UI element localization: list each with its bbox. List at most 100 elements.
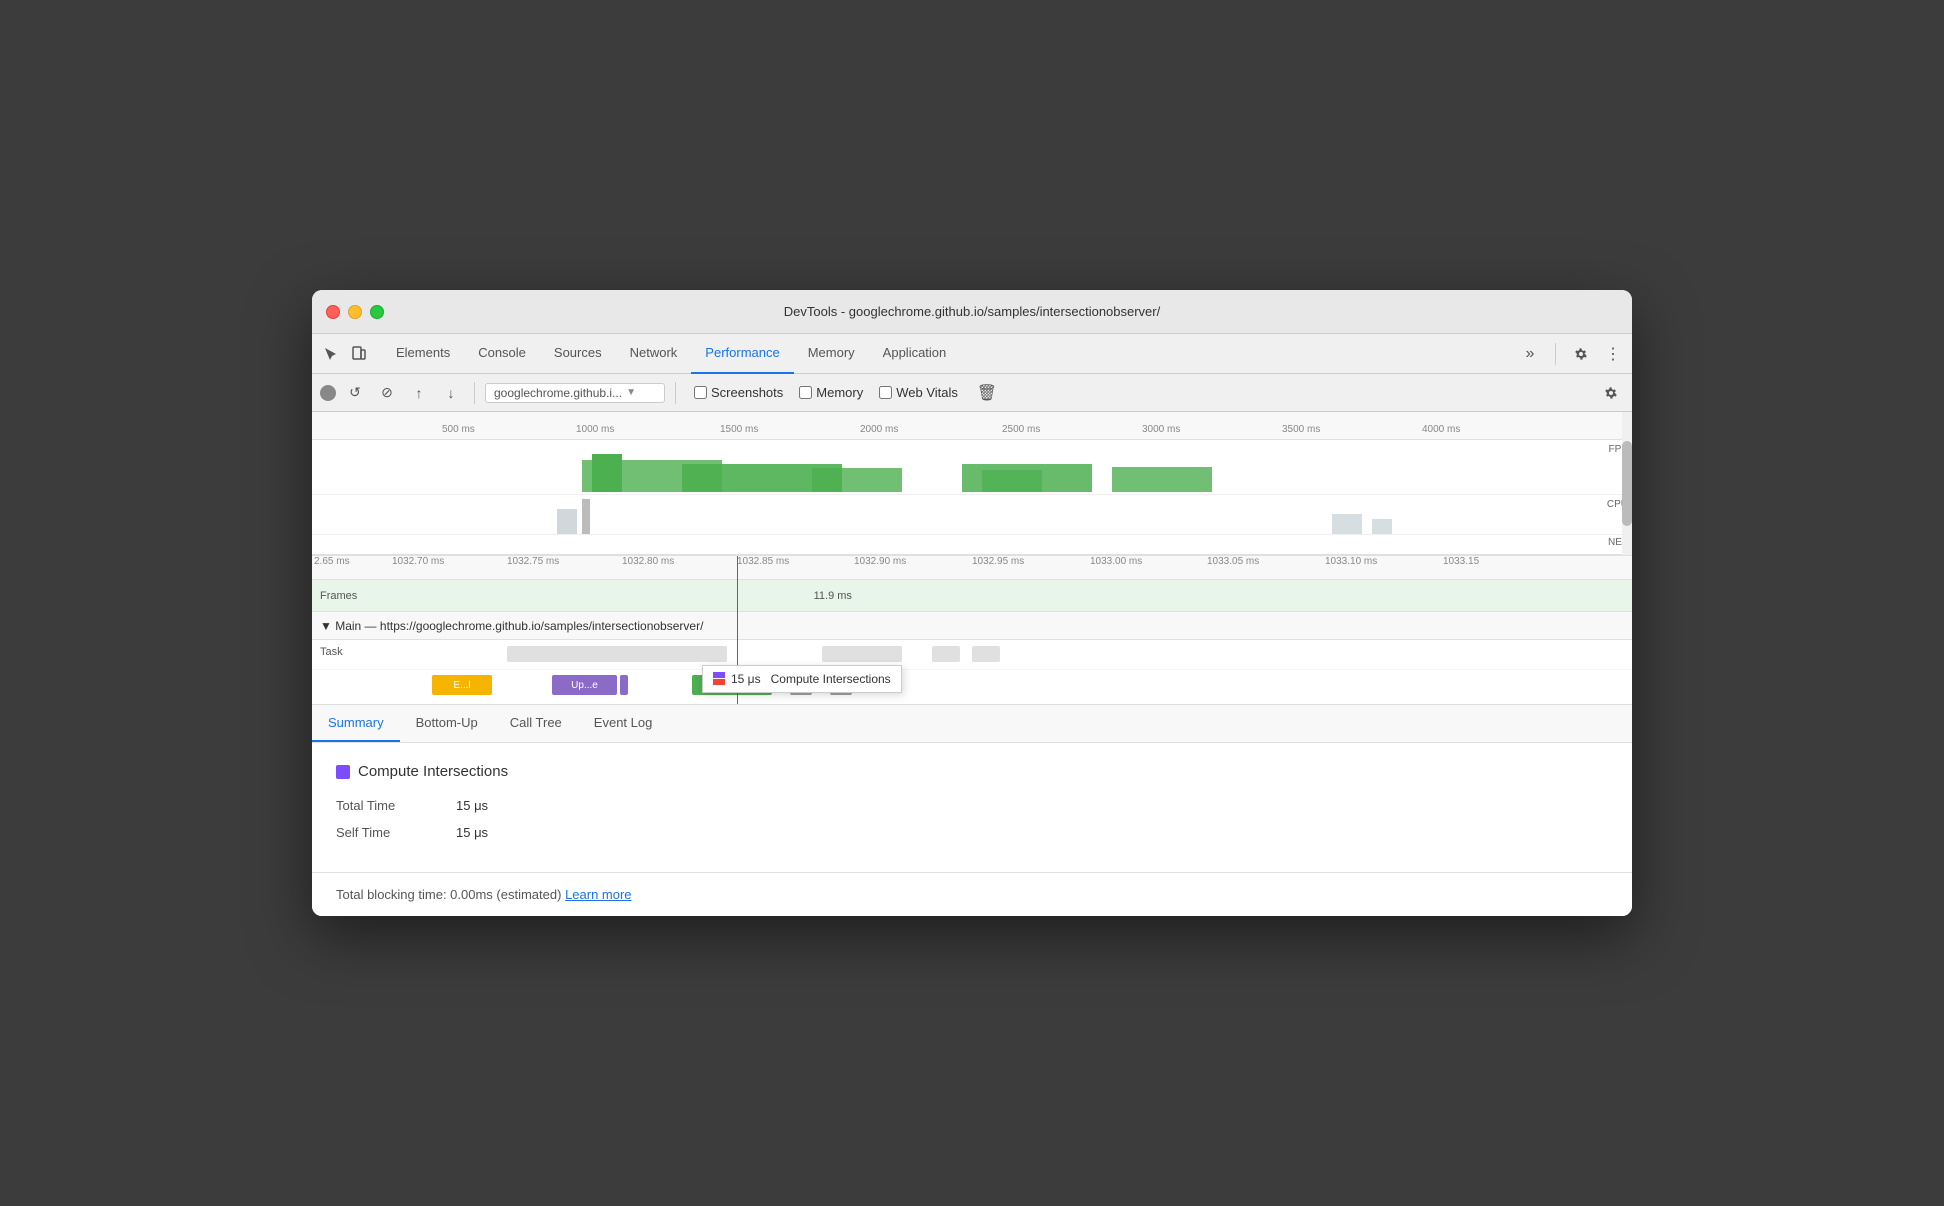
upload-button[interactable]: ↑ (406, 380, 432, 406)
total-time-label: Total Time (336, 798, 456, 813)
time-label-2500: 2500 ms (1002, 424, 1040, 435)
devtools-body: Elements Console Sources Network Perform… (312, 334, 1632, 916)
frames-row: Frames 11.9 ms (312, 580, 1632, 612)
detail-timeline: 2.65 ms 1032.70 ms 1032.75 ms 1032.80 ms… (312, 556, 1632, 704)
event-row: E...l Up...e Co...rs (312, 670, 1632, 704)
summary-self-time: Self Time 15 μs (336, 825, 1608, 840)
event-small-purple[interactable] (620, 675, 628, 695)
footer-text: Total blocking time: 0.00ms (estimated) (336, 887, 561, 902)
detail-time-4: 1032.85 ms (737, 556, 789, 567)
cpu-activity-1 (557, 509, 577, 534)
task-block-2 (822, 646, 902, 662)
chevron-down-icon: ▼ (626, 387, 636, 398)
tab-summary[interactable]: Summary (312, 704, 400, 742)
event-el[interactable]: E...l (432, 675, 492, 695)
detail-time-9: 1033.10 ms (1325, 556, 1377, 567)
more-tabs-icon[interactable]: » (1519, 343, 1541, 365)
time-detail-ruler: 2.65 ms 1032.70 ms 1032.75 ms 1032.80 ms… (312, 556, 1632, 580)
net-row: NET (312, 535, 1632, 555)
cpu-activity-3 (1332, 514, 1362, 534)
frames-label: Frames (312, 590, 392, 602)
cpu-activity-4 (1372, 519, 1392, 534)
tooltip: 15 μs Compute Intersections (702, 665, 902, 693)
fps-row: FPS (312, 440, 1632, 495)
clear-button[interactable]: ⊘ (374, 380, 400, 406)
devtools-window: DevTools - googlechrome.github.io/sample… (312, 290, 1632, 916)
cpu-row: CPU (312, 495, 1632, 535)
tab-performance[interactable]: Performance (691, 334, 793, 374)
frames-time: 11.9 ms (814, 590, 852, 602)
detail-time-5: 1032.90 ms (854, 556, 906, 567)
url-selector[interactable]: googlechrome.github.i... ▼ (485, 383, 665, 403)
bottom-panel: Summary Bottom-Up Call Tree Event Log Co… (312, 704, 1632, 916)
nav-tabs: Elements Console Sources Network Perform… (312, 334, 1632, 374)
detail-time-10: 1033.15 (1443, 556, 1479, 567)
maximize-button[interactable] (370, 305, 384, 319)
screenshots-checkbox[interactable]: Screenshots (694, 385, 783, 400)
overview-timeline: 500 ms 1000 ms 1500 ms 2000 ms 2500 ms 3… (312, 412, 1632, 556)
nav-right-icons: » ⋮ (1519, 343, 1624, 365)
nav-icon-group (320, 343, 370, 365)
memory-checkbox[interactable]: Memory (799, 385, 863, 400)
total-time-value: 15 μs (456, 798, 488, 813)
tab-network[interactable]: Network (616, 334, 692, 374)
detail-time-2: 1032.75 ms (507, 556, 559, 567)
device-icon[interactable] (348, 343, 370, 365)
tab-memory[interactable]: Memory (794, 334, 869, 374)
tooltip-time: 15 μs (731, 672, 761, 686)
main-label: ▼ Main — https://googlechrome.github.io/… (320, 619, 703, 633)
scrollbar-thumb[interactable] (1622, 441, 1632, 527)
bottom-tabs: Summary Bottom-Up Call Tree Event Log (312, 705, 1632, 743)
toolbar-settings-icon[interactable] (1598, 380, 1624, 406)
scrollbar-track[interactable] (1622, 412, 1632, 555)
title-bar: DevTools - googlechrome.github.io/sample… (312, 290, 1632, 334)
tab-elements[interactable]: Elements (382, 334, 464, 374)
summary-title: Compute Intersections (358, 763, 508, 780)
delete-icon[interactable]: 🗑 (974, 380, 1000, 406)
summary-total-time: Total Time 15 μs (336, 798, 1608, 813)
settings-icon[interactable] (1570, 343, 1592, 365)
detail-time-3: 1032.80 ms (622, 556, 674, 567)
time-label-1000: 1000 ms (576, 424, 614, 435)
fps-bar-3 (812, 468, 902, 492)
fps-bar-peak (592, 454, 622, 492)
cursor-icon[interactable] (320, 343, 342, 365)
self-time-value: 15 μs (456, 825, 488, 840)
traffic-lights (326, 305, 384, 319)
fps-bar-6 (982, 470, 1042, 492)
tab-application[interactable]: Application (869, 334, 961, 374)
tooltip-color-purple (713, 672, 725, 678)
time-label-3500: 3500 ms (1282, 424, 1320, 435)
task-block-3 (932, 646, 960, 662)
learn-more-link[interactable]: Learn more (565, 887, 631, 902)
detail-time-1: 1032.70 ms (392, 556, 444, 567)
detail-time-7: 1033.00 ms (1090, 556, 1142, 567)
tab-console[interactable]: Console (464, 334, 540, 374)
tab-event-log[interactable]: Event Log (578, 704, 669, 742)
minimize-button[interactable] (348, 305, 362, 319)
close-button[interactable] (326, 305, 340, 319)
task-row: Task (312, 640, 1632, 670)
detail-time-6: 1032.95 ms (972, 556, 1024, 567)
task-label: Task (312, 646, 343, 658)
web-vitals-checkbox[interactable]: Web Vitals (879, 385, 958, 400)
self-time-label: Self Time (336, 825, 456, 840)
time-label-2000: 2000 ms (860, 424, 898, 435)
task-block-1 (507, 646, 727, 662)
event-upe[interactable]: Up...e (552, 675, 617, 695)
record-button[interactable] (320, 385, 336, 401)
checkbox-group: Screenshots Memory Web Vitals 🗑 (694, 380, 1000, 406)
time-label-500: 500 ms (442, 424, 475, 435)
fps-bar-5 (1112, 467, 1212, 492)
refresh-button[interactable]: ↺ (342, 380, 368, 406)
bottom-bar: Total blocking time: 0.00ms (estimated) … (312, 872, 1632, 916)
tooltip-colors (713, 672, 725, 686)
cpu-activity-2 (582, 499, 590, 534)
time-label-3000: 3000 ms (1142, 424, 1180, 435)
tab-call-tree[interactable]: Call Tree (494, 704, 578, 742)
tab-bottom-up[interactable]: Bottom-Up (400, 704, 494, 742)
tab-sources[interactable]: Sources (540, 334, 616, 374)
more-options-icon[interactable]: ⋮ (1602, 343, 1624, 365)
download-button[interactable]: ↓ (438, 380, 464, 406)
detail-time-8: 1033.05 ms (1207, 556, 1259, 567)
